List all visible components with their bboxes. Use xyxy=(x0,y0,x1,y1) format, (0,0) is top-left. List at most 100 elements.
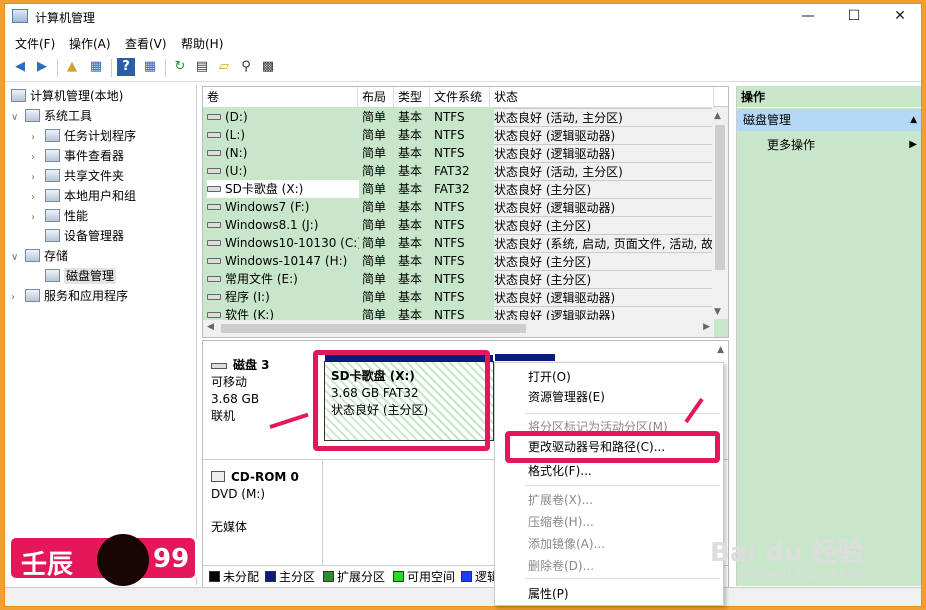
disk-icon xyxy=(45,269,60,282)
chevron-down-icon[interactable]: ∨ xyxy=(11,248,25,268)
minimize-icon[interactable]: — xyxy=(785,4,831,30)
find-icon[interactable]: ⚲ xyxy=(237,58,255,76)
drive-icon xyxy=(207,150,221,156)
cell-name: 程序 (I:) xyxy=(207,288,359,306)
action-pane-icon[interactable]: ▦ xyxy=(141,58,159,76)
up-icon[interactable]: ▲ xyxy=(63,58,81,76)
table-row[interactable]: Windows10-10130 (C:) 简单 基本 NTFS 状态良好 (系统, 启动… xyxy=(203,234,714,255)
table-row[interactable]: Windows-10147 (H:) 简单 基本 NTFS 状态良好 (主分区) xyxy=(203,252,714,273)
menu-action[interactable]: 操作(A) xyxy=(69,35,111,52)
forward-icon[interactable]: ▶ xyxy=(33,58,51,76)
drive-icon xyxy=(207,222,221,228)
tree-services-apps[interactable]: › 服务和应用程序 xyxy=(11,286,128,306)
table-row[interactable]: 程序 (I:) 简单 基本 NTFS 状态良好 (逻辑驱动器) xyxy=(203,288,714,309)
cell-name: (L:) xyxy=(207,126,359,144)
context-menu-item: 压缩卷(H)... xyxy=(528,515,594,529)
table-row[interactable]: Windows7 (F:) 简单 基本 NTFS 状态良好 (逻辑驱动器) xyxy=(203,198,714,219)
context-menu-item[interactable]: 打开(O) xyxy=(528,367,571,387)
col-filesystem[interactable]: 文件系统 xyxy=(430,87,490,107)
table-row[interactable]: Windows8.1 (J:) 简单 基本 NTFS 状态良好 (主分区) xyxy=(203,216,714,237)
chevron-right-icon[interactable]: › xyxy=(31,208,45,228)
legend-swatch xyxy=(265,571,276,582)
tree-system-tools[interactable]: ∨ 系统工具 xyxy=(11,106,92,126)
tree-task-scheduler[interactable]: › 任务计划程序 xyxy=(31,126,136,146)
drive-icon xyxy=(207,258,221,264)
cdrom-info: CD-ROM 0 DVD (M:) 无媒体 xyxy=(211,469,299,536)
tree-shared-folders[interactable]: › 共享文件夹 xyxy=(31,166,124,186)
cell-layout: 简单 xyxy=(362,254,387,268)
computer-icon xyxy=(11,89,26,102)
chevron-right-icon[interactable]: › xyxy=(11,288,25,308)
table-row[interactable]: 常用文件 (E:) 简单 基本 NTFS 状态良好 (主分区) xyxy=(203,270,714,291)
col-layout[interactable]: 布局 xyxy=(358,87,394,107)
drive-icon xyxy=(207,168,221,174)
chevron-right-icon[interactable]: › xyxy=(31,148,45,168)
chevron-right-icon[interactable]: › xyxy=(31,168,45,188)
cell-fs: NTFS xyxy=(434,290,465,304)
actions-section-disk-management[interactable]: 磁盘管理 ▲ xyxy=(737,109,921,131)
table-row[interactable]: (L:) 简单 基本 NTFS 状态良好 (逻辑驱动器) xyxy=(203,126,714,147)
tree-storage[interactable]: ∨ 存储 xyxy=(11,246,68,266)
tree-performance[interactable]: › 性能 xyxy=(31,206,88,226)
open-icon[interactable]: ▱ xyxy=(215,58,233,76)
table-row[interactable]: (N:) 简单 基本 NTFS 状态良好 (逻辑驱动器) xyxy=(203,144,714,165)
col-status[interactable]: 状态 xyxy=(490,87,714,107)
chevron-right-icon[interactable]: › xyxy=(31,128,45,148)
drive-icon xyxy=(207,204,221,210)
context-menu-item[interactable]: 格式化(F)... xyxy=(528,461,592,481)
refresh-icon[interactable]: ↻ xyxy=(171,58,189,76)
col-volume[interactable]: 卷 xyxy=(203,87,358,107)
volume-name: (N:) xyxy=(225,146,248,160)
tree-computer-management[interactable]: 计算机管理(本地) xyxy=(11,86,123,106)
volume-name: (L:) xyxy=(225,128,246,142)
context-menu-item: 删除卷(D)... xyxy=(528,559,595,573)
context-menu-item: 扩展卷(X)... xyxy=(528,493,594,507)
volume-horizontal-scrollbar[interactable]: ◀ ▶ xyxy=(203,320,714,337)
cell-fs: NTFS xyxy=(434,236,465,250)
menu-view[interactable]: 查看(V) xyxy=(125,35,167,52)
chevron-down-icon[interactable]: ∨ xyxy=(11,108,25,128)
table-row[interactable]: SD卡歌盘 (X:) 简单 基本 FAT32 状态良好 (主分区) xyxy=(203,180,714,201)
close-icon[interactable]: ✕ xyxy=(877,4,921,30)
menu-help[interactable]: 帮助(H) xyxy=(181,35,223,52)
chevron-right-icon[interactable]: › xyxy=(31,188,45,208)
cell-name: (N:) xyxy=(207,144,359,162)
cell-fs: NTFS xyxy=(434,110,465,124)
table-row[interactable]: (D:) 简单 基本 NTFS 状态良好 (活动, 主分区) xyxy=(203,108,714,129)
console-tree-icon[interactable]: ▦ xyxy=(87,58,105,76)
cell-name: (D:) xyxy=(207,108,359,126)
dragon-logo-icon xyxy=(97,534,149,586)
drive-icon xyxy=(207,114,221,120)
disk-scroll-up-icon[interactable]: ▲ xyxy=(717,345,724,355)
collapse-icon[interactable]: ▲ xyxy=(910,109,917,131)
context-menu-item[interactable]: 资源管理器(E) xyxy=(528,387,605,407)
tree-disk-management[interactable]: 磁盘管理 xyxy=(45,266,117,286)
legend-extended: 扩展分区 xyxy=(323,566,385,587)
help-icon[interactable]: ? xyxy=(117,58,135,76)
maximize-icon[interactable]: ☐ xyxy=(831,4,877,30)
disk3-kind: 可移动 xyxy=(211,375,248,389)
context-menu-item[interactable]: 属性(P) xyxy=(528,584,569,604)
table-row[interactable]: (U:) 简单 基本 FAT32 状态良好 (活动, 主分区) xyxy=(203,162,714,183)
volume-vertical-scrollbar[interactable]: ▲ ▼ xyxy=(712,107,728,319)
more-actions[interactable]: 更多操作 xyxy=(767,136,815,153)
legend-swatch xyxy=(393,571,404,582)
cell-type: 基本 xyxy=(398,290,423,304)
settings-icon[interactable]: ▩ xyxy=(259,58,277,76)
properties-icon[interactable]: ▤ xyxy=(193,58,211,76)
cell-layout: 简单 xyxy=(362,272,387,286)
legend-swatch xyxy=(323,571,334,582)
cell-type: 基本 xyxy=(398,272,423,286)
tree-event-viewer[interactable]: › 事件查看器 xyxy=(31,146,124,166)
tree-device-manager[interactable]: 设备管理器 xyxy=(45,226,124,246)
back-icon[interactable]: ◀ xyxy=(11,58,29,76)
cell-fs: NTFS xyxy=(434,218,465,232)
col-type[interactable]: 类型 xyxy=(394,87,430,107)
drive-icon xyxy=(207,186,221,192)
cell-layout: 简单 xyxy=(362,200,387,214)
computer-management-icon xyxy=(12,9,28,23)
cell-type: 基本 xyxy=(398,182,423,196)
menu-file[interactable]: 文件(F) xyxy=(15,35,55,52)
watermark-left-text: 壬辰 xyxy=(21,550,74,580)
tree-local-users[interactable]: › 本地用户和组 xyxy=(31,186,136,206)
